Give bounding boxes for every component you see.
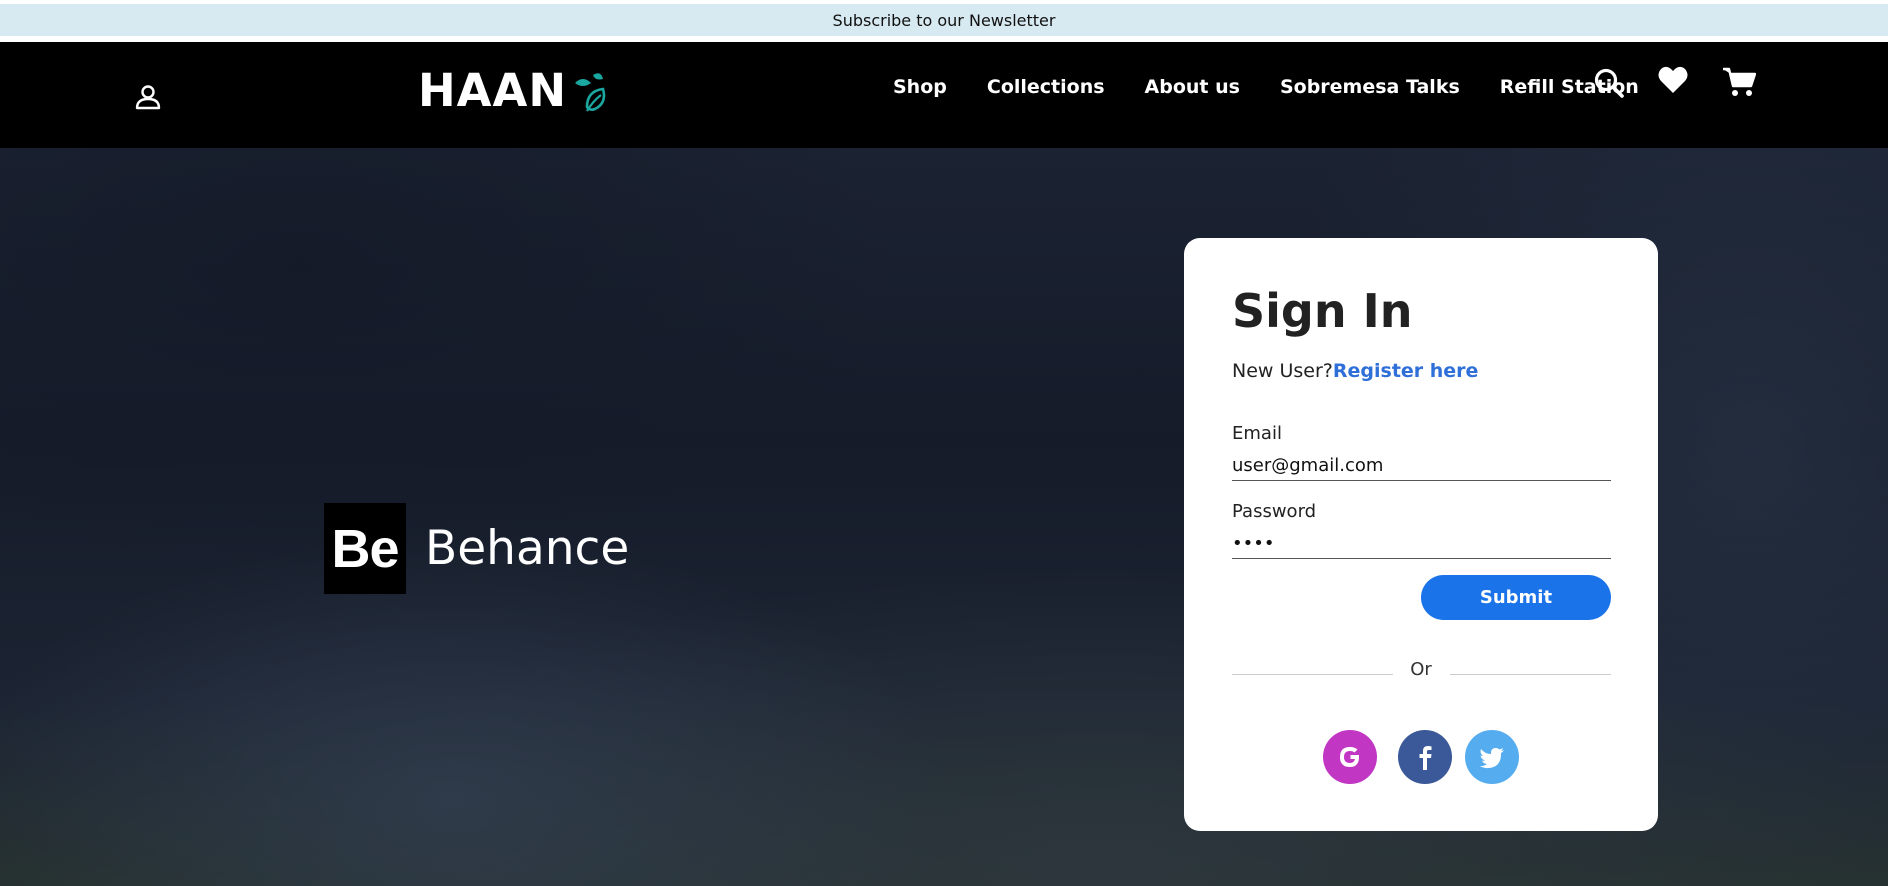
nav-collections[interactable]: Collections: [987, 76, 1105, 98]
leaf-icon: [574, 72, 606, 112]
submit-button[interactable]: Submit: [1421, 575, 1611, 620]
password-field[interactable]: [1232, 529, 1611, 559]
google-login-button[interactable]: [1323, 730, 1377, 784]
nav-shop[interactable]: Shop: [893, 76, 947, 98]
twitter-login-button[interactable]: [1465, 730, 1519, 784]
signin-card: Sign In New User?Register here Email Pas…: [1184, 238, 1658, 831]
new-user-text: New User?: [1232, 360, 1333, 382]
main-nav: Shop Collections About us Sobremesa Talk…: [893, 76, 1679, 98]
password-label: Password: [1232, 501, 1317, 522]
behance-name: Behance: [425, 521, 630, 576]
newsletter-banner[interactable]: Subscribe to our Newsletter: [0, 4, 1888, 39]
twitter-icon: [1479, 748, 1504, 769]
google-icon: [1340, 747, 1359, 767]
divider-or: Or: [1410, 659, 1432, 680]
logo-text: HAAN: [418, 64, 567, 117]
behance-logo-icon: Be: [324, 503, 406, 594]
register-link[interactable]: Register here: [1333, 360, 1479, 382]
behance-brand: Be Behance: [324, 503, 629, 594]
new-user-prompt: New User?Register here: [1232, 360, 1478, 382]
behance-mark: Be: [331, 518, 399, 579]
user-icon[interactable]: [133, 82, 163, 112]
nav-sobremesa-talks[interactable]: Sobremesa Talks: [1280, 76, 1460, 98]
search-icon[interactable]: [1593, 67, 1625, 99]
email-field[interactable]: [1232, 451, 1611, 481]
signin-title: Sign In: [1232, 284, 1413, 338]
email-label: Email: [1232, 423, 1282, 444]
facebook-icon: [1419, 746, 1432, 770]
newsletter-text[interactable]: Subscribe to our Newsletter: [833, 11, 1056, 30]
divider-right: [1450, 674, 1611, 675]
navbar: HAAN Shop Collections About us Sobremesa…: [0, 42, 1888, 148]
logo[interactable]: HAAN: [418, 64, 617, 117]
facebook-login-button[interactable]: [1398, 730, 1452, 784]
cart-icon[interactable]: [1722, 66, 1756, 98]
heart-icon[interactable]: [1657, 64, 1689, 96]
nav-about-us[interactable]: About us: [1145, 76, 1240, 98]
